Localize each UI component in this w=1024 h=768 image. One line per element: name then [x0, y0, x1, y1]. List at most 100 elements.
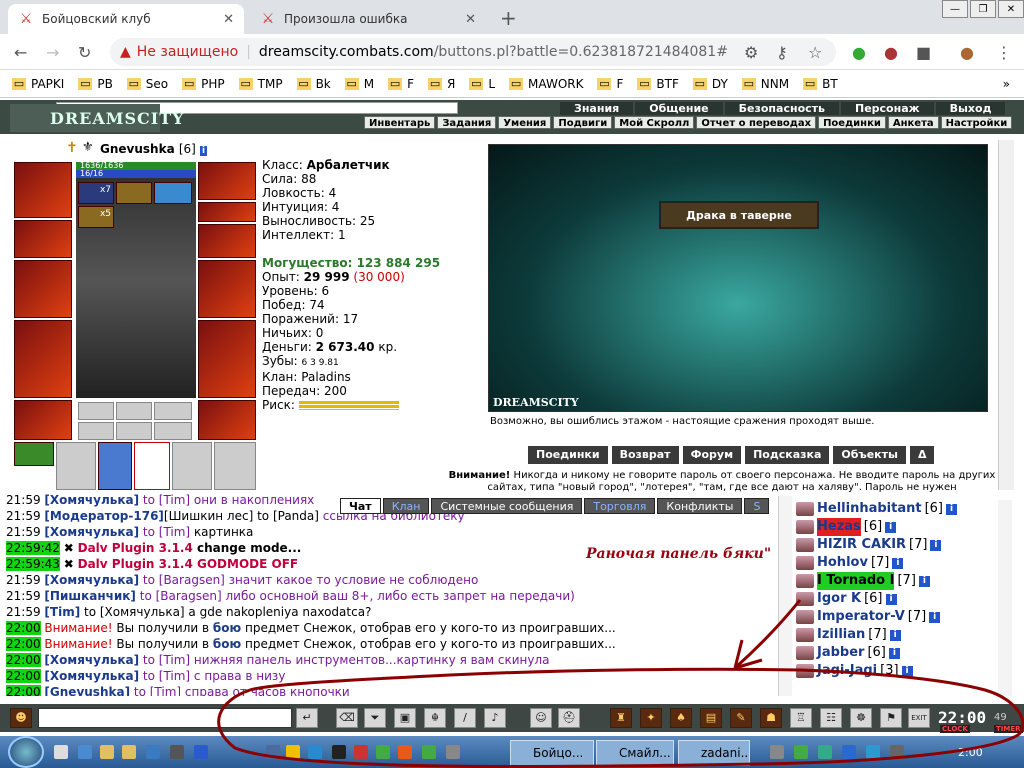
- info-icon[interactable]: i: [929, 611, 941, 623]
- taskbar-task[interactable]: Бойцо...: [510, 740, 594, 766]
- chat-text[interactable]: [Tim]: [44, 605, 80, 619]
- action-button[interactable]: Объекты: [833, 446, 906, 464]
- chest-icon[interactable]: ▤: [700, 708, 722, 728]
- chat-text[interactable]: [Gnevushka]: [44, 685, 130, 696]
- info-icon[interactable]: i: [885, 593, 897, 605]
- chat-time[interactable]: 21:59: [6, 589, 41, 603]
- info-icon[interactable]: i: [901, 665, 913, 677]
- sub-menu-item[interactable]: Инвентарь: [364, 116, 436, 129]
- bookmark-item[interactable]: ▭ MAWORK: [509, 77, 583, 91]
- maximize-icon[interactable]: ❐: [970, 0, 996, 18]
- battle-icon[interactable]: [796, 520, 814, 534]
- exit-icon[interactable]: EXIT: [908, 708, 930, 728]
- bookmark-item[interactable]: ▭ BTF: [637, 77, 679, 91]
- app-icon[interactable]: [446, 745, 460, 759]
- player-item[interactable]: Hohlov [7] i: [796, 554, 1006, 572]
- sub-menu-item[interactable]: Отчет о переводах: [696, 116, 817, 129]
- bookmark-item[interactable]: ▭ Seo: [126, 77, 168, 91]
- firefox-icon[interactable]: [398, 745, 412, 759]
- chat-time[interactable]: 21:59: [6, 573, 41, 587]
- empty-slot[interactable]: [56, 442, 96, 490]
- empty-slot[interactable]: [154, 422, 192, 440]
- film-icon[interactable]: [170, 745, 184, 759]
- boots-slot[interactable]: [198, 400, 256, 440]
- chat-text[interactable]: [Хомячулька]: [44, 573, 139, 587]
- quicklaunch-icon[interactable]: [54, 745, 68, 759]
- info-icon[interactable]: [194, 745, 208, 759]
- bracer-slot[interactable]: [14, 220, 72, 258]
- chat-time[interactable]: 21:59: [6, 493, 41, 507]
- player-item[interactable]: Jabber [6] i: [796, 644, 1006, 662]
- bookmark-item[interactable]: ▭ L: [469, 77, 495, 91]
- bookmark-item[interactable]: ▭ DY: [692, 77, 728, 91]
- top-menu-item[interactable]: Общение: [635, 102, 723, 115]
- player-name[interactable]: Izillian: [817, 626, 865, 644]
- sub-menu-item[interactable]: Подвиги: [553, 116, 613, 129]
- skype-icon[interactable]: [866, 745, 880, 759]
- helmet-icon[interactable]: ⛑: [558, 708, 580, 728]
- player-name[interactable]: HIZIR CAKIR: [817, 536, 906, 554]
- start-button[interactable]: [8, 736, 44, 768]
- chat-tab[interactable]: Чат: [340, 498, 381, 514]
- chat-time[interactable]: 22:59:43: [6, 557, 60, 571]
- flag-icon[interactable]: ⚑: [880, 708, 902, 728]
- sub-menu-item[interactable]: Мой Скролл: [614, 116, 695, 129]
- player-item[interactable]: I Tornado I [7] i: [796, 572, 1006, 590]
- chat-tab[interactable]: Торговля: [584, 498, 656, 514]
- speaker-icon[interactable]: ♪: [484, 708, 506, 728]
- chat-time[interactable]: 21:59: [6, 509, 41, 523]
- taskbar-task[interactable]: zadani...: [678, 740, 750, 766]
- bookmark-item[interactable]: ▭ PAPKI: [12, 77, 64, 91]
- info-icon[interactable]: i: [200, 146, 208, 156]
- chat-tab[interactable]: Конфликты: [657, 498, 743, 514]
- bookmark-item[interactable]: ▭ BT: [803, 77, 838, 91]
- bookmark-item[interactable]: ▭ NNM: [741, 77, 789, 91]
- chat-time[interactable]: 22:59:42: [6, 541, 60, 555]
- player-name[interactable]: Hezas: [817, 518, 861, 536]
- scroll-icon[interactable]: ✎: [730, 708, 752, 728]
- gloves-slot[interactable]: [198, 260, 256, 318]
- bookmark-item[interactable]: ▭ F: [597, 77, 623, 91]
- sub-menu-item[interactable]: Задания: [437, 116, 497, 129]
- chrome-icon[interactable]: [376, 745, 390, 759]
- player-item[interactable]: Hellinhabitant [6] i: [796, 500, 1006, 518]
- info-icon[interactable]: i: [892, 557, 904, 569]
- url-field[interactable]: ▲ Не защищено | dreamscity.combats.com /…: [110, 38, 836, 66]
- action-button[interactable]: Δ: [909, 446, 935, 464]
- player-name[interactable]: Jabber: [817, 644, 864, 662]
- star-icon[interactable]: [286, 745, 300, 759]
- bookmark-item[interactable]: ▭ Bk: [296, 77, 331, 91]
- elixir-slot[interactable]: x5: [78, 206, 114, 228]
- chat-tab[interactable]: Клан: [382, 498, 430, 514]
- chat-text[interactable]: [Модератор-176]: [44, 509, 164, 523]
- bookmark-item[interactable]: ▭ Я: [428, 77, 455, 91]
- chat-time[interactable]: 22:00: [6, 637, 41, 651]
- hood-icon[interactable]: ♜: [610, 708, 632, 728]
- bookmark-item[interactable]: ▭ M: [344, 77, 374, 91]
- bookmarks-more[interactable]: »: [1003, 77, 1010, 91]
- mask-icon[interactable]: ☗: [760, 708, 782, 728]
- extension-globe-icon[interactable]: ●: [852, 43, 866, 62]
- menu-icon[interactable]: ⋮: [996, 43, 1012, 62]
- map-slot[interactable]: [14, 442, 54, 466]
- taskbar-task[interactable]: Смайл...: [596, 740, 674, 766]
- info-icon[interactable]: i: [888, 647, 900, 659]
- player-item[interactable]: HIZIR CAKIR [7] i: [796, 536, 1006, 554]
- battle-icon[interactable]: [796, 628, 814, 642]
- player-item[interactable]: Hezas [6] i: [796, 518, 1006, 536]
- location-scene[interactable]: Драка в таверне DREAMSCITY: [488, 144, 988, 412]
- folder-icon[interactable]: [122, 745, 136, 759]
- empty-slot[interactable]: [116, 422, 152, 440]
- browser-tab-active[interactable]: ⚔ Бойцовский клуб ✕: [8, 4, 244, 34]
- sub-menu-item[interactable]: Настройки: [940, 116, 1013, 129]
- key-icon[interactable]: ⚷: [776, 43, 788, 62]
- info-icon[interactable]: i: [889, 629, 901, 641]
- player-name[interactable]: Jagi-Jagi: [817, 662, 877, 680]
- medkit-slot[interactable]: [154, 402, 192, 420]
- top-menu-item[interactable]: Безопасность: [724, 102, 839, 115]
- tray-icon[interactable]: [818, 745, 832, 759]
- player-name[interactable]: I Tornado I: [817, 572, 895, 590]
- battle-icon[interactable]: [796, 502, 814, 516]
- chat-text[interactable]: бою: [213, 637, 241, 651]
- browser-tab[interactable]: ⚔ Произошла ошибка ✕: [250, 4, 486, 34]
